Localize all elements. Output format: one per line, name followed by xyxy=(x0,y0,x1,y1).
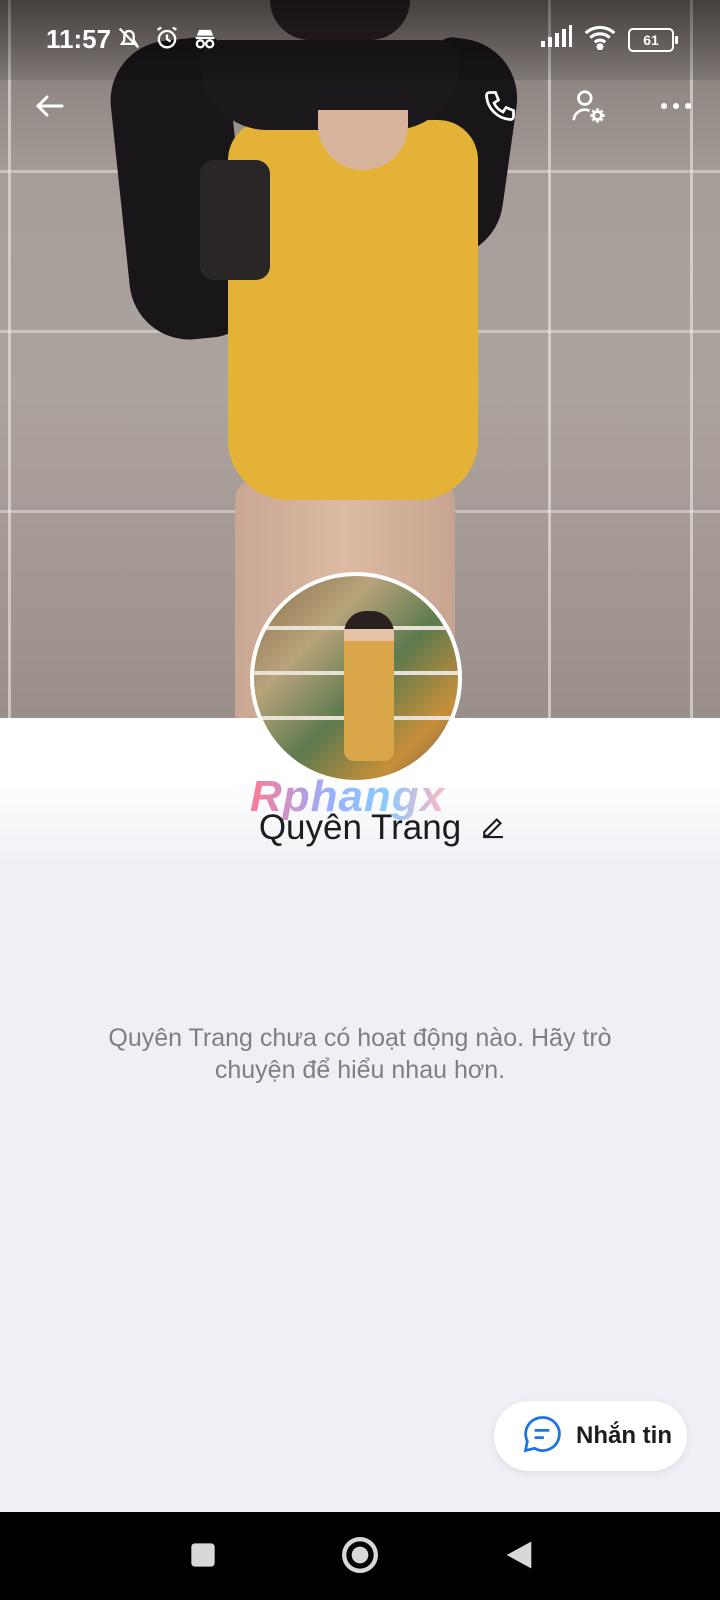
system-nav-bar xyxy=(0,1512,720,1600)
phone-icon xyxy=(482,88,518,129)
edit-name-button[interactable] xyxy=(478,812,512,846)
empty-activity-message: Quyên Trang chưa có hoạt động nào. Hãy t… xyxy=(108,1024,612,1084)
home-circle-icon xyxy=(340,1535,380,1580)
pencil-icon xyxy=(478,817,508,846)
recents-button[interactable] xyxy=(180,1534,226,1580)
home-button[interactable] xyxy=(337,1534,383,1580)
figure-bag xyxy=(200,160,270,280)
status-bar: 11:57 61 xyxy=(0,0,720,80)
avatar-person xyxy=(344,611,394,761)
signal-icon xyxy=(540,25,572,54)
more-icon xyxy=(658,88,694,129)
avatar[interactable] xyxy=(250,572,462,784)
incognito-icon xyxy=(191,24,219,57)
more-button[interactable] xyxy=(648,80,704,136)
profile-name: Quyên Trang xyxy=(0,808,720,848)
back-triangle-icon xyxy=(504,1539,534,1576)
send-message-button[interactable]: Nhắn tin xyxy=(494,1401,687,1471)
system-back-button[interactable] xyxy=(496,1534,542,1580)
battery-icon: 61 xyxy=(628,27,678,52)
wifi-icon xyxy=(584,24,616,55)
user-settings-button[interactable] xyxy=(560,80,616,136)
recents-square-icon xyxy=(189,1541,217,1574)
chat-bubble-icon xyxy=(520,1412,564,1461)
send-message-label: Nhắn tin xyxy=(576,1422,672,1449)
call-button[interactable] xyxy=(472,80,528,136)
mute-icon xyxy=(115,24,143,57)
status-icons-right: 61 xyxy=(540,24,678,55)
alarm-icon xyxy=(153,24,181,57)
profile-name-text: Quyên Trang xyxy=(258,808,462,847)
user-settings-icon xyxy=(569,87,607,130)
back-arrow-icon xyxy=(32,88,68,129)
status-time: 11:57 xyxy=(46,24,112,54)
top-action-bar xyxy=(0,70,720,140)
back-button[interactable] xyxy=(22,80,78,136)
status-icons-left xyxy=(115,24,219,57)
